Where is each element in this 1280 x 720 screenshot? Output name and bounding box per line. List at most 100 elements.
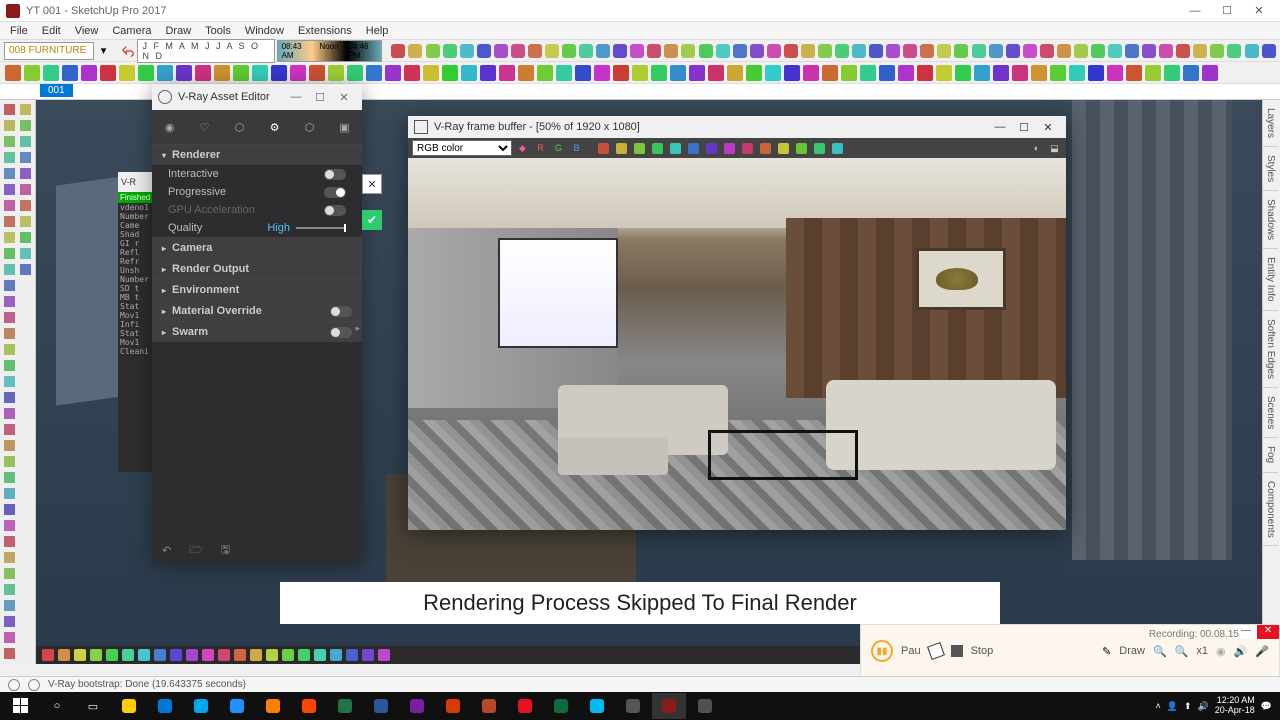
confirm-button[interactable]: ✔ [362,210,382,230]
tool-icon-16[interactable] [2,358,17,373]
toolbar1-icon-13[interactable] [613,42,628,59]
taskbar-app-3[interactable] [220,693,254,719]
toolbar2-icon-12[interactable] [232,64,249,81]
toggle-interactive[interactable] [324,169,346,180]
taskbar-app-4[interactable] [256,693,290,719]
tool-icon-20[interactable] [2,422,17,437]
vp-tool-12[interactable] [234,649,246,661]
toolbar2-icon-1[interactable] [23,64,40,81]
vlog-header[interactable]: V-R [118,172,152,192]
tool-icon-10[interactable] [2,262,17,277]
tray-fog[interactable]: Fog [1263,438,1278,472]
tool-icon-38[interactable] [18,150,33,165]
vp-tool-20[interactable] [362,649,374,661]
toolbar2-icon-43[interactable] [821,64,838,81]
pencil-icon[interactable]: ✎ [1102,645,1111,658]
tool-icon-18[interactable] [2,390,17,405]
taskbar-app-11[interactable] [508,693,542,719]
toolbar1-icon-34[interactable] [971,42,986,59]
webcam-icon[interactable]: ◉ [1216,645,1226,658]
toolbar1-icon-47[interactable] [1193,42,1208,59]
toolbar2-icon-50[interactable] [954,64,971,81]
tool-icon-2[interactable] [2,134,17,149]
toolbar2-icon-11[interactable] [213,64,230,81]
audio-icon[interactable]: 🔊 [1234,645,1248,658]
menu-tools[interactable]: Tools [199,24,237,38]
time-selector[interactable]: 08:43 AM Noon 04:46 PM [277,40,382,62]
toolbar1-icon-25[interactable] [817,42,832,59]
menu-draw[interactable]: Draw [159,24,197,38]
toolbar2-icon-47[interactable] [897,64,914,81]
scene-tab-001[interactable]: 001 [40,84,73,97]
toolbar2-icon-40[interactable] [764,64,781,81]
taskbar-app-8[interactable] [400,693,434,719]
toolbar2-icon-30[interactable] [574,64,591,81]
stop-icon[interactable] [951,645,963,657]
toolbar2-icon-29[interactable] [555,64,572,81]
taskbar-app-1[interactable] [148,693,182,719]
toolbar1-icon-22[interactable] [766,42,781,59]
toolbar1-icon-4[interactable] [459,42,474,59]
vfb-histogram-icon[interactable]: ◐ [1029,141,1044,156]
tool-icon-26[interactable] [2,518,17,533]
vp-tool-11[interactable] [218,649,230,661]
toolbar2-icon-54[interactable] [1030,64,1047,81]
tool-icon-14[interactable] [2,326,17,341]
toolbar2-icon-38[interactable] [726,64,743,81]
undo-icon[interactable] [120,42,135,59]
toolbar1-icon-19[interactable] [715,42,730,59]
channel-dropdown[interactable]: RGB color [412,140,512,156]
toolbar2-icon-55[interactable] [1049,64,1066,81]
vfb-settings-icon[interactable]: ⬓ [1047,141,1062,156]
toolbar1-icon-29[interactable] [886,42,901,59]
toolbar1-icon-42[interactable] [1107,42,1122,59]
toolbar2-icon-3[interactable] [61,64,78,81]
vp-tool-19[interactable] [346,649,358,661]
taskbar-app-6[interactable] [328,693,362,719]
toolbar2-icon-4[interactable] [80,64,97,81]
tray-volume-icon[interactable]: 🔊 [1198,701,1209,712]
toolbar1-icon-30[interactable] [903,42,918,59]
toolbar1-icon-18[interactable] [698,42,713,59]
channel-b[interactable]: B [569,141,584,156]
tool-icon-45[interactable] [18,262,33,277]
toolbar2-icon-58[interactable] [1106,64,1123,81]
taskbar-app-15[interactable] [652,693,686,719]
vfb-tool-4[interactable] [668,141,683,156]
toolbar2-icon-5[interactable] [99,64,116,81]
tray-layers[interactable]: Layers [1263,100,1278,147]
tray-shadows[interactable]: Shadows [1263,191,1278,249]
section-renderer[interactable]: Renderer [152,144,362,165]
toolbar2-icon-63[interactable] [1201,64,1218,81]
taskview-icon[interactable]: ▭ [76,693,110,719]
vp-tool-4[interactable] [106,649,118,661]
toolbar1-icon-24[interactable] [800,42,815,59]
taskbar-app-12[interactable] [544,693,578,719]
tool-icon-41[interactable] [18,198,33,213]
toolbar1-icon-11[interactable] [579,42,594,59]
toolbar1-icon-40[interactable] [1073,42,1088,59]
toolbar2-icon-31[interactable] [593,64,610,81]
tool-icon-34[interactable] [2,646,17,661]
menu-file[interactable]: File [4,24,34,38]
tool-icon-19[interactable] [2,406,17,421]
folder-icon[interactable]: 🗁 [189,541,203,560]
tool-icon-32[interactable] [2,614,17,629]
toolbar2-icon-32[interactable] [612,64,629,81]
vfb-tool-13[interactable] [830,141,845,156]
tray-soften[interactable]: Soften Edges [1263,311,1278,388]
toolbar1-icon-46[interactable] [1176,42,1191,59]
toolbar1-icon-32[interactable] [937,42,952,59]
tool-icon-36[interactable] [18,118,33,133]
vp-tool-15[interactable] [282,649,294,661]
tray-network-icon[interactable]: ⬆ [1184,701,1192,712]
tool-icon-25[interactable] [2,502,17,517]
vfb-tool-6[interactable] [704,141,719,156]
toolbar2-icon-56[interactable] [1068,64,1085,81]
save-icon[interactable]: 🖫 [221,541,230,560]
toolbar2-icon-33[interactable] [631,64,648,81]
tool-icon-9[interactable] [2,246,17,261]
render-canvas[interactable] [408,158,1066,530]
toolbar2-icon-53[interactable] [1011,64,1028,81]
vray-max-button[interactable]: ☐ [308,91,332,104]
